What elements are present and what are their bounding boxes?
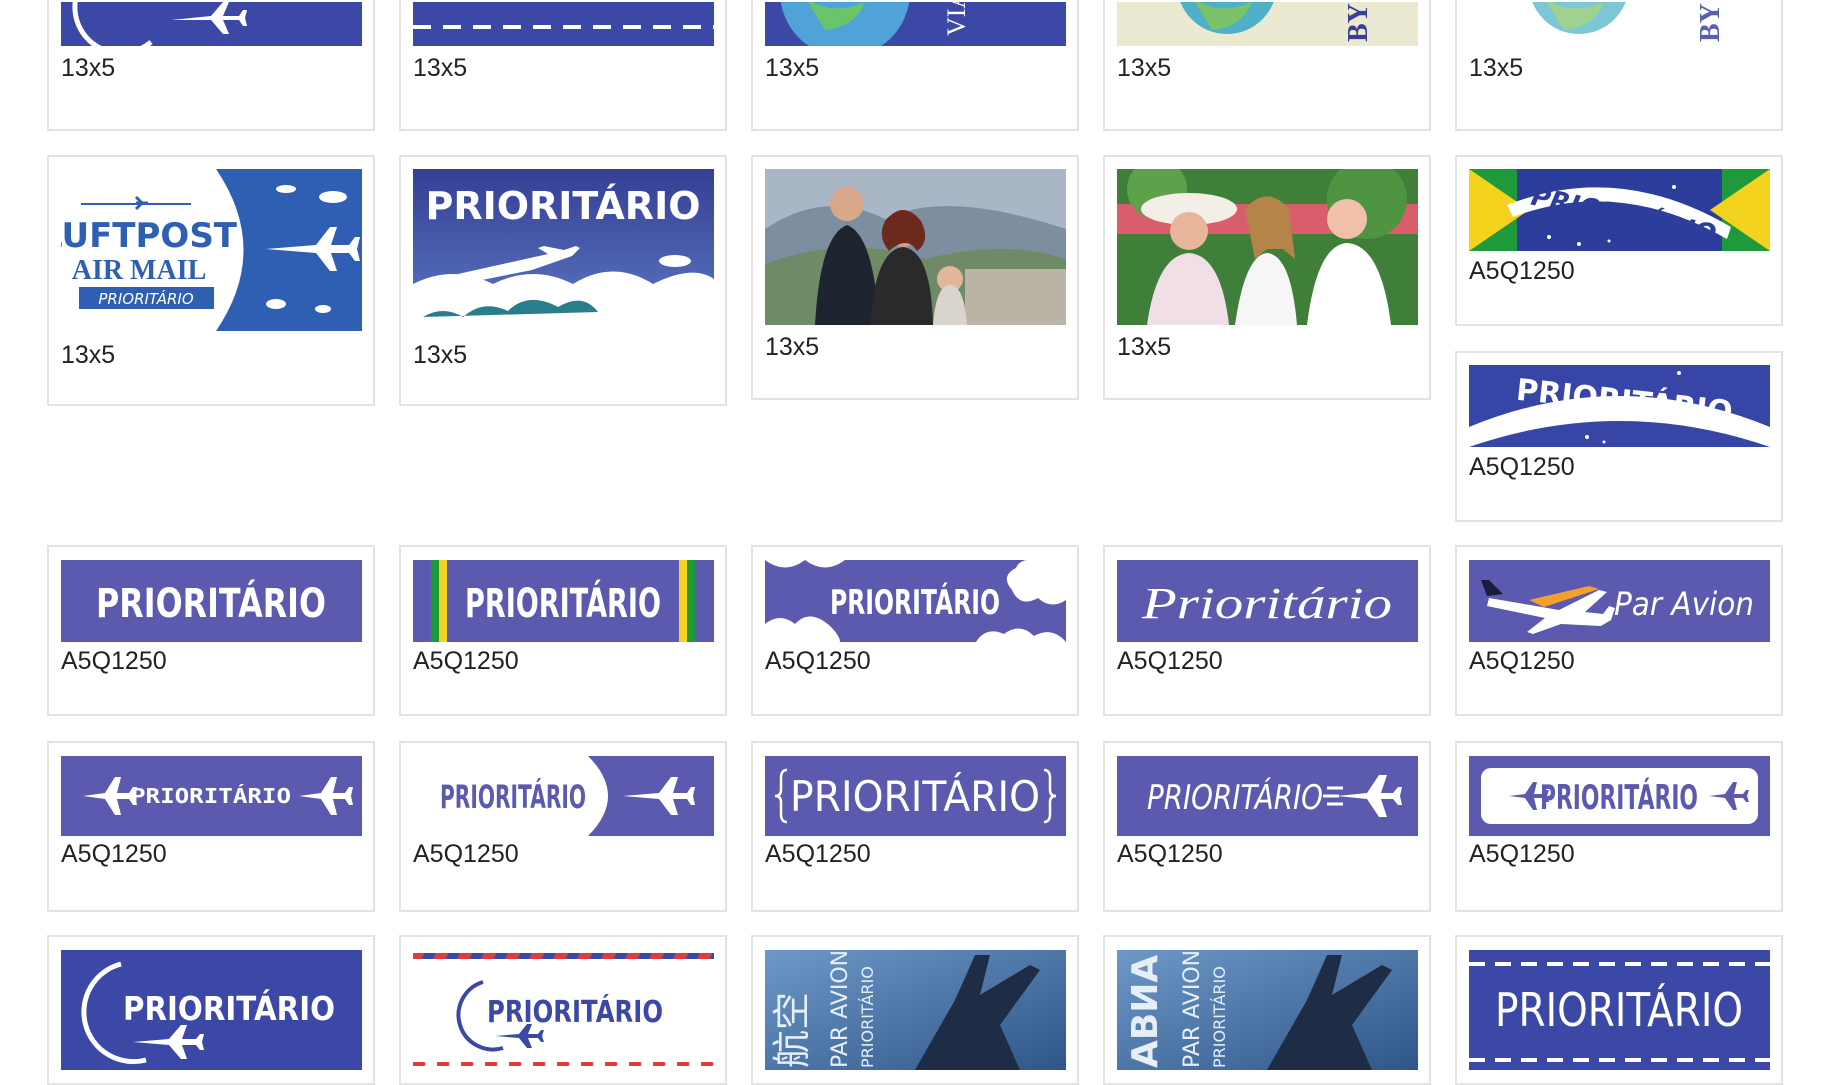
- size-label: 13x5: [1469, 54, 1524, 82]
- label-card[interactable]: PRIORITÁRIO: [399, 935, 727, 1085]
- label-text: PRIORITÁRIO: [1540, 777, 1698, 818]
- label-thumbnail: VIA San: [765, 2, 1066, 46]
- product-code: A5Q1250: [1469, 453, 1575, 481]
- size-label: 13x5: [765, 333, 820, 361]
- label-thumbnail: PRIORITÁRIO: [413, 950, 714, 1070]
- label-card[interactable]: Prioritário A5Q1250: [1103, 545, 1431, 716]
- label-card[interactable]: 13x5: [47, 0, 375, 131]
- label-thumbnail: PRIORITÁRIO: [1469, 365, 1770, 447]
- label-card[interactable]: АВИА PAR AVION PRIORITÁRIO: [1103, 935, 1431, 1085]
- label-text: PRIORITÁRIO: [487, 994, 663, 1030]
- label-text: PRIORITÁRIO: [1147, 777, 1323, 818]
- size-label: 13x5: [413, 54, 468, 82]
- label-thumbnail: PRIORITÁRIO: [61, 950, 362, 1070]
- label-thumbnail: PRIORITÁRIO: [765, 756, 1066, 836]
- label-thumbnail: PRIORITÁRIO: [1469, 756, 1770, 836]
- label-card[interactable]: BY M 13x5: [1103, 0, 1431, 131]
- label-card[interactable]: PRIORITÁRIO: [1455, 935, 1783, 1085]
- label-card[interactable]: PRIORITÁRIO A5Q1250: [47, 741, 375, 912]
- size-label: 13x5: [1117, 333, 1172, 361]
- product-code: A5Q1250: [765, 840, 871, 868]
- label-card[interactable]: PRIORITÁRIO 13x5: [399, 155, 727, 406]
- product-code: A5Q1250: [413, 840, 519, 868]
- label-text: PAR AVION: [1180, 950, 1205, 1068]
- label-text: VIA San: [942, 2, 971, 36]
- label-card[interactable]: PRIORITÁRIO: [47, 935, 375, 1085]
- label-text: Prioritário: [1141, 579, 1392, 628]
- product-code: A5Q1250: [1117, 840, 1223, 868]
- label-thumbnail: PRIORITÁRIO: [413, 560, 714, 642]
- label-card[interactable]: BY M 13x5: [1455, 0, 1783, 131]
- label-text: PRIORITÁRIO: [440, 778, 586, 816]
- label-card[interactable]: PRIORITÁRIO A5Q1250: [1103, 741, 1431, 912]
- label-thumbnail: PRIORITÁRIO: [413, 756, 714, 836]
- label-text: PRIORITÁRIO: [1495, 983, 1743, 1037]
- product-code: A5Q1250: [1469, 647, 1575, 675]
- label-text: PRIORITÁRIO: [123, 988, 335, 1028]
- label-text: АВИА: [1125, 955, 1166, 1068]
- size-label: 13x5: [61, 54, 116, 82]
- size-label: 13x5: [1117, 54, 1172, 82]
- label-card[interactable]: VIA San 13x5: [751, 0, 1079, 131]
- label-card[interactable]: PRIORITÁRIO A5Q1250: [751, 545, 1079, 716]
- label-text: BY M: [1343, 2, 1374, 42]
- size-label: 13x5: [413, 341, 468, 369]
- label-text: AIR MAIL: [72, 255, 207, 286]
- label-text: 航空: [770, 992, 814, 1068]
- label-card[interactable]: PRIORITÁRIO A5Q1250: [399, 741, 727, 912]
- product-code: A5Q1250: [61, 840, 167, 868]
- label-text: PRIORITÁRIO: [131, 784, 291, 808]
- label-text: LUFTPOST: [61, 216, 238, 256]
- label-card[interactable]: PRIORITÁRIO A5Q1250: [1455, 741, 1783, 912]
- label-thumbnail: Par Avion: [1469, 560, 1770, 642]
- label-card[interactable]: 航空 PAR AVION PRIORITÁRIO: [751, 935, 1079, 1085]
- label-card[interactable]: 13x5: [399, 0, 727, 131]
- product-code: A5Q1250: [1117, 647, 1223, 675]
- label-card[interactable]: Par Avion A5Q1250: [1455, 545, 1783, 716]
- label-card[interactable]: PRIORITÁRIO A5Q1250: [751, 741, 1079, 912]
- label-text: PRIORITÁRIO: [1210, 966, 1229, 1068]
- label-thumbnail: BY M: [1469, 2, 1770, 46]
- product-code: A5Q1250: [765, 647, 871, 675]
- label-thumbnail: [765, 169, 1066, 325]
- label-text: Par Avion: [1614, 585, 1754, 623]
- label-thumbnail: PRIORITÁRIO: [61, 756, 362, 836]
- size-label: 13x5: [765, 54, 820, 82]
- label-thumbnail: PRIORITÁRIO: [1117, 756, 1418, 836]
- label-thumbnail: PRIORITÁRIO: [1469, 950, 1770, 1070]
- label-thumbnail: LUFTPOST AIR MAIL PRIORITÁRIO: [61, 169, 362, 331]
- label-thumbnail: [1117, 169, 1418, 325]
- label-thumbnail: PRIORITÁRIO: [1469, 169, 1770, 251]
- size-label: 13x5: [61, 341, 116, 369]
- label-text: PRIORITÁRIO: [465, 579, 661, 627]
- label-thumbnail: PRIORITÁRIO: [413, 169, 714, 331]
- label-text: PRIORITÁRIO: [858, 966, 877, 1068]
- label-thumbnail: [413, 2, 714, 46]
- label-thumbnail: Prioritário: [1117, 560, 1418, 642]
- label-text: BY M: [1695, 2, 1726, 42]
- label-card[interactable]: PRIORITÁRIO A5Q1250: [1455, 351, 1783, 522]
- label-card[interactable]: LUFTPOST AIR MAIL PRIORITÁRIO 13x5: [47, 155, 375, 406]
- product-code: A5Q1250: [1469, 257, 1575, 285]
- label-thumbnail: BY M: [1117, 2, 1418, 46]
- product-code: A5Q1250: [61, 647, 167, 675]
- product-code: A5Q1250: [1469, 840, 1575, 868]
- label-text: PRIORITÁRIO: [830, 582, 1000, 623]
- label-text: PRIORITÁRIO: [98, 289, 193, 308]
- label-text: PAR AVION: [828, 950, 853, 1068]
- label-thumbnail: 航空 PAR AVION PRIORITÁRIO: [765, 950, 1066, 1070]
- label-text: PRIORITÁRIO: [96, 579, 326, 627]
- label-thumbnail: PRIORITÁRIO: [765, 560, 1066, 642]
- label-card[interactable]: PRIORITÁRIO A5Q1250: [47, 545, 375, 716]
- label-card[interactable]: PRIORITÁRIO A5Q1250: [1455, 155, 1783, 326]
- label-card[interactable]: PRIORITÁRIO A5Q1250: [399, 545, 727, 716]
- label-card[interactable]: 13x5: [751, 155, 1079, 400]
- product-code: A5Q1250: [413, 647, 519, 675]
- label-text: PRIORITÁRIO: [425, 184, 700, 228]
- label-thumbnail: [61, 2, 362, 46]
- label-text: PRIORITÁRIO: [790, 771, 1040, 821]
- label-thumbnail: АВИА PAR AVION PRIORITÁRIO: [1117, 950, 1418, 1070]
- label-thumbnail: PRIORITÁRIO: [61, 560, 362, 642]
- label-card[interactable]: 13x5: [1103, 155, 1431, 400]
